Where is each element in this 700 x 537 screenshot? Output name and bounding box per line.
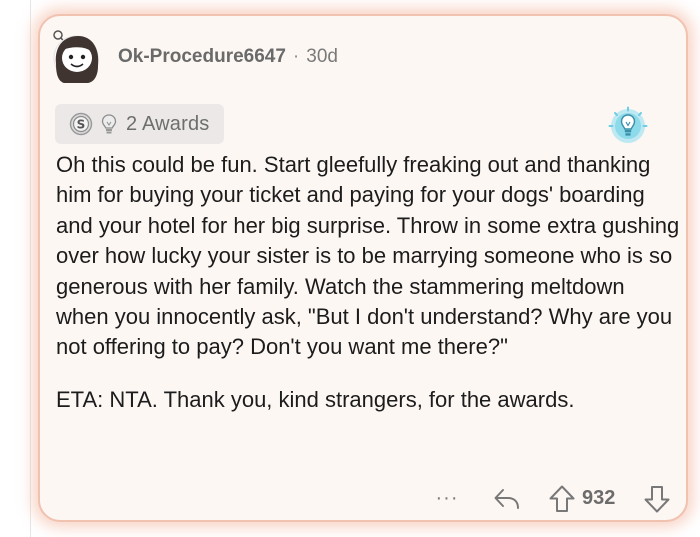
more-options-button[interactable]: ··· (430, 485, 464, 511)
meta-separator: · (292, 46, 300, 67)
comment-paragraph: Oh this could be fun. Start gleefully fr… (56, 152, 680, 360)
comment-age: 30d (306, 46, 338, 67)
comment-meta: Ok-Procedure6647 · 30d (118, 44, 338, 70)
page-divider (30, 0, 31, 537)
page: Ok-Procedure6647 · 30d S 2 Awards Oh thi… (0, 0, 700, 537)
helpful-lightbulb-icon (101, 113, 117, 135)
vote-score: 932 (582, 487, 616, 509)
comment-card: Ok-Procedure6647 · 30d S 2 Awards Oh thi… (38, 14, 688, 522)
silver-award-icon: S (69, 112, 93, 136)
comment-body: Oh this could be fun. Start gleefully fr… (56, 150, 681, 415)
comment-actions: ··· 932 (430, 483, 680, 515)
upvote-arrow-icon[interactable] (548, 484, 576, 514)
comment-edit-note: ETA: NTA. Thank you, kind strangers, for… (56, 386, 575, 412)
lightbulb-flair-icon (608, 106, 648, 146)
awards-button[interactable]: S 2 Awards (55, 104, 224, 144)
downvote-arrow-icon[interactable] (643, 484, 671, 514)
snoo-avatar-icon[interactable] (48, 26, 102, 84)
svg-text:S: S (77, 118, 86, 132)
author-username[interactable]: Ok-Procedure6647 (118, 46, 286, 68)
reply-arrow-icon[interactable] (492, 485, 522, 513)
awards-count-label: 2 Awards (126, 112, 210, 135)
